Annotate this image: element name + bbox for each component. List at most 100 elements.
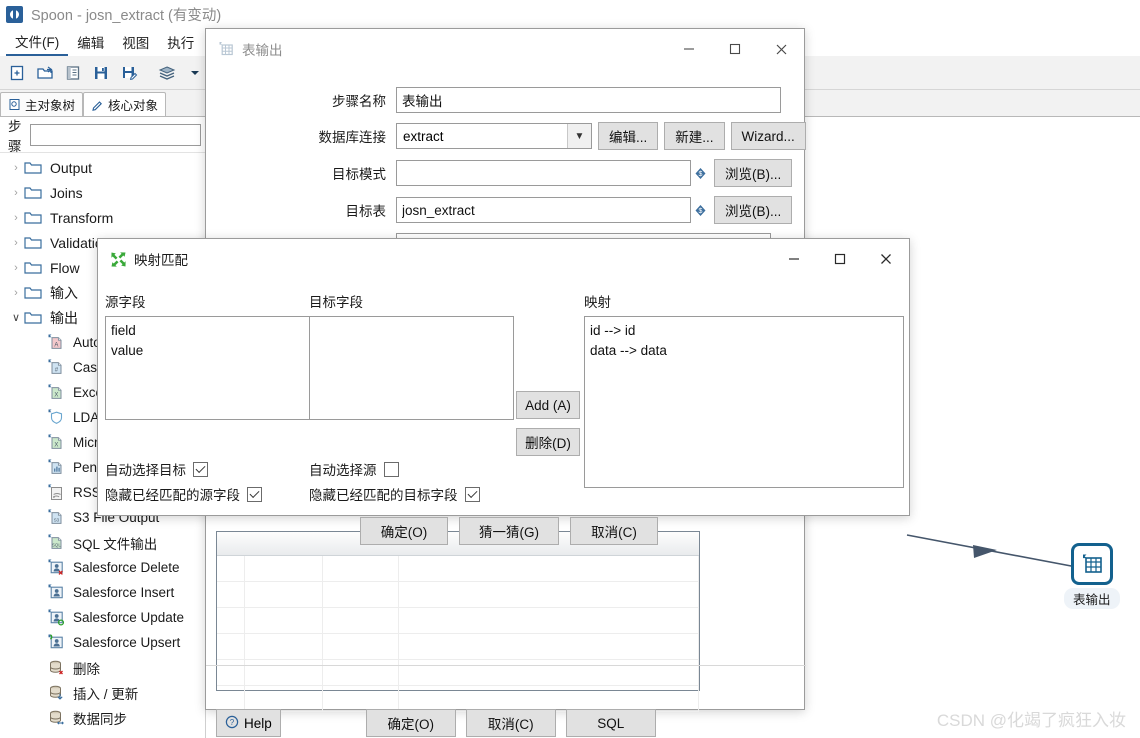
- step-node-table-output[interactable]: 表输出: [1064, 543, 1120, 609]
- menu-item-edit[interactable]: 编辑: [68, 29, 113, 55]
- tree-item-删除[interactable]: 删除: [0, 655, 205, 680]
- tree-item-数据同步[interactable]: 数据同步: [0, 705, 205, 730]
- table-output-sql-button[interactable]: SQL: [565, 709, 656, 737]
- chevron-right-icon[interactable]: ›: [8, 162, 24, 174]
- source-field-item[interactable]: value: [111, 341, 307, 361]
- mapping-list[interactable]: id --> id data --> data: [584, 316, 904, 488]
- tree-item-label: Salesforce Upsert: [73, 635, 181, 650]
- wizard-connection-button[interactable]: Wizard...: [730, 122, 806, 150]
- table-row[interactable]: [217, 660, 699, 686]
- mapping-item[interactable]: data --> data: [590, 341, 898, 361]
- tree-item-label: Salesforce Delete: [73, 560, 180, 575]
- save-as-button[interactable]: [116, 60, 142, 86]
- doc-x-icon: X: [48, 434, 65, 451]
- checkbox-box[interactable]: [464, 486, 480, 502]
- tree-folder-output[interactable]: › Output: [0, 155, 205, 180]
- tab-core-objects-label: 核心对象: [108, 99, 159, 113]
- hide-matched-target-checkbox[interactable]: 隐藏已经匹配的目标字段: [309, 484, 480, 504]
- tree-item-salesforce-delete[interactable]: Salesforce Delete: [0, 555, 205, 580]
- step-filter-input[interactable]: [29, 123, 201, 146]
- mapping-cancel-button[interactable]: 取消(C): [570, 517, 658, 545]
- browse-schema-button[interactable]: 浏览(B)...: [714, 159, 793, 187]
- grid-cell: [245, 582, 323, 607]
- table-output-ok-button[interactable]: 确定(O): [365, 709, 456, 737]
- help-button[interactable]: ? Help: [216, 709, 281, 737]
- checkbox-box[interactable]: [247, 486, 262, 502]
- table-output-dialog-titlebar[interactable]: 表输出: [206, 29, 804, 69]
- tab-main-object-tree[interactable]: 主对象树: [0, 92, 84, 116]
- chevron-right-icon[interactable]: ›: [8, 237, 24, 249]
- auto-select-source-checkbox[interactable]: 自动选择源: [309, 459, 399, 479]
- delete-mapping-button[interactable]: 删除(D): [516, 428, 580, 456]
- svg-text:$: $: [699, 171, 703, 178]
- menu-item-run[interactable]: 执行: [158, 29, 203, 55]
- tree-item-salesforce-update[interactable]: Salesforce Update: [0, 605, 205, 630]
- database-connection-select[interactable]: extract ▼: [396, 123, 592, 149]
- mapping-ok-button[interactable]: 确定(O): [360, 517, 448, 545]
- step-filter-label: 步骤: [8, 118, 22, 154]
- chevron-right-icon[interactable]: ›: [8, 287, 24, 299]
- user-update-icon: [48, 609, 65, 626]
- close-icon[interactable]: [863, 239, 909, 279]
- grid-cell: [399, 556, 699, 581]
- mapping-list-caption: 映射: [584, 295, 611, 310]
- chevron-right-icon[interactable]: ›: [8, 212, 24, 224]
- source-field-item[interactable]: field: [111, 321, 307, 341]
- close-icon[interactable]: [758, 29, 804, 69]
- tree-item-salesforce-insert[interactable]: Salesforce Insert: [0, 580, 205, 605]
- maximize-icon[interactable]: [712, 29, 758, 69]
- new-transformation-button[interactable]: [4, 60, 30, 86]
- tab-core-objects[interactable]: 核心对象: [83, 92, 167, 116]
- mapping-dialog-titlebar[interactable]: 映射匹配: [98, 239, 909, 279]
- grid-cell: [323, 608, 399, 633]
- browse-table-button[interactable]: 浏览(B)...: [714, 196, 793, 224]
- chevron-right-icon[interactable]: ›: [8, 262, 24, 274]
- variable-icon[interactable]: $: [694, 167, 707, 180]
- maximize-icon[interactable]: [817, 239, 863, 279]
- source-fields-list[interactable]: field value: [105, 316, 313, 420]
- save-button[interactable]: [88, 60, 114, 86]
- grid-cell: [217, 686, 245, 711]
- tree-item-label: 输出: [50, 309, 78, 326]
- minimize-icon[interactable]: [666, 29, 712, 69]
- tree-item-sql-文件输出[interactable]: SQL SQL 文件输出: [0, 530, 205, 555]
- chevron-right-icon[interactable]: ›: [8, 187, 24, 199]
- edit-connection-button[interactable]: 编辑...: [598, 122, 659, 150]
- checkbox-box[interactable]: [383, 461, 399, 477]
- new-connection-button[interactable]: 新建...: [664, 122, 725, 150]
- chevron-down-icon[interactable]: ∨: [8, 311, 24, 324]
- step-name-input[interactable]: [396, 87, 781, 113]
- menu-item-view[interactable]: 视图: [113, 29, 158, 55]
- table-output-footer: ? Help 确定(O) 取消(C) SQL: [216, 709, 656, 737]
- tree-folder-joins[interactable]: › Joins: [0, 180, 205, 205]
- tree-item-插入-更新[interactable]: 插入 / 更新: [0, 680, 205, 705]
- tree-folder-transform[interactable]: › Transform: [0, 205, 205, 230]
- tree-item-label: Output: [50, 159, 93, 176]
- checkbox-box[interactable]: [193, 461, 208, 477]
- target-fields-list[interactable]: [309, 316, 514, 420]
- layers-icon[interactable]: [154, 60, 180, 86]
- mapping-dialog: 映射匹配 源字段 field value 目标字段 Add (A) 删除(D) …: [97, 238, 910, 545]
- target-fields-caption: 目标字段: [309, 295, 363, 310]
- open-file-button[interactable]: [32, 60, 58, 86]
- variable-icon[interactable]: $: [694, 204, 707, 217]
- chevron-down-icon[interactable]: ▼: [567, 124, 591, 148]
- mapping-guess-button[interactable]: 猜一猜(G): [459, 517, 559, 545]
- minimize-icon[interactable]: [771, 239, 817, 279]
- auto-select-target-row: 自动选择目标: [105, 459, 208, 479]
- table-row[interactable]: [217, 608, 699, 634]
- menu-item-file[interactable]: 文件(F): [6, 28, 69, 56]
- browse-repository-button[interactable]: [60, 60, 86, 86]
- table-row[interactable]: [217, 634, 699, 660]
- auto-select-target-checkbox[interactable]: 自动选择目标: [105, 459, 208, 479]
- table-row[interactable]: [217, 582, 699, 608]
- mapping-item[interactable]: id --> id: [590, 321, 898, 341]
- target-table-input[interactable]: [396, 197, 691, 223]
- table-output-cancel-button[interactable]: 取消(C): [465, 709, 556, 737]
- fields-grid[interactable]: [216, 531, 700, 712]
- hide-matched-source-checkbox[interactable]: 隐藏已经匹配的源字段: [105, 484, 262, 504]
- target-schema-input[interactable]: [396, 160, 691, 186]
- add-mapping-button[interactable]: Add (A): [516, 391, 580, 419]
- tree-item-salesforce-upsert[interactable]: Salesforce Upsert: [0, 630, 205, 655]
- table-row[interactable]: [217, 556, 699, 582]
